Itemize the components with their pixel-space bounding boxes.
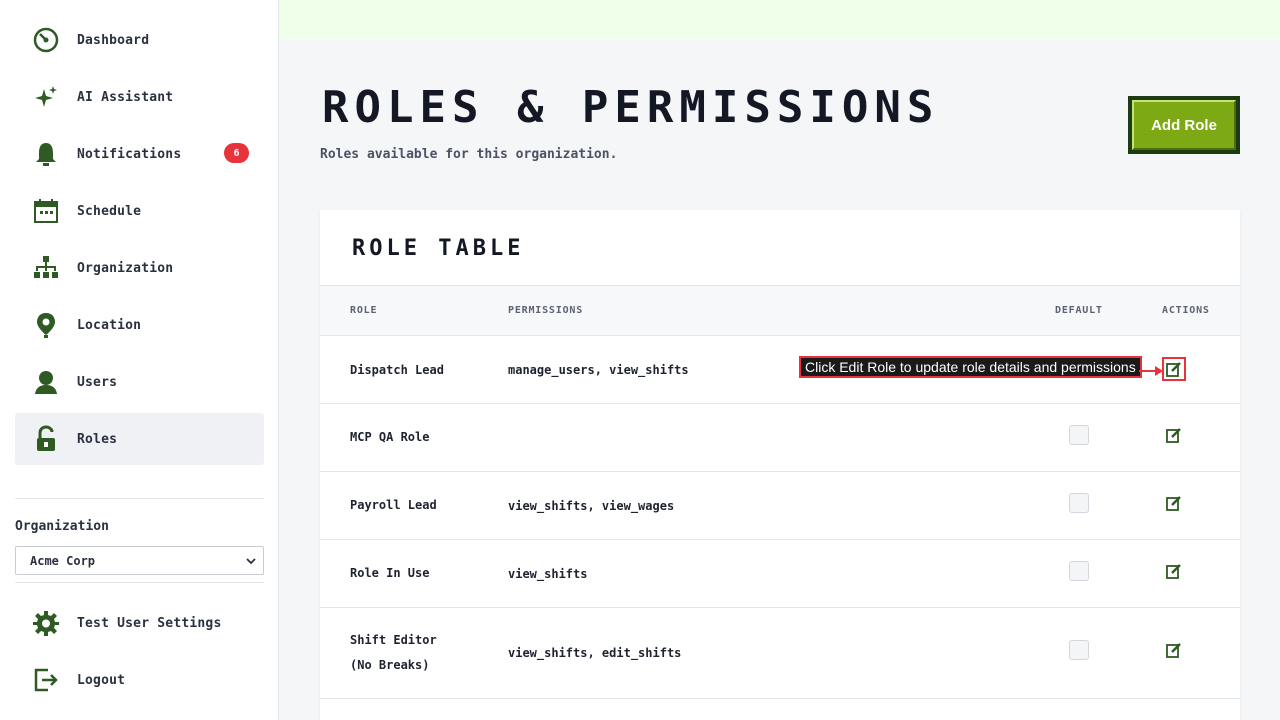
edit-role-button[interactable]: [1163, 424, 1185, 446]
logout-icon: [31, 665, 61, 695]
edit-role-hint-callout: Click Edit Role to update role details a…: [799, 356, 1142, 378]
sidebar: Dashboard AI Assistant Notifications 6 S…: [0, 0, 279, 720]
briefcase-icon: [31, 481, 61, 484]
edit-role-button[interactable]: [1163, 492, 1185, 514]
table-row: MCP QA Role: [320, 404, 1240, 472]
column-header-default: Default: [1055, 305, 1103, 316]
edit-role-button[interactable]: [1163, 639, 1185, 661]
org-chart-icon: [31, 253, 61, 283]
top-banner: [280, 0, 1280, 40]
sidebar-item-ai-assistant[interactable]: AI Assistant: [15, 71, 264, 123]
organization-select-value: Acme Corp: [30, 553, 96, 568]
bell-icon: [31, 139, 61, 169]
role-name: Shift Editor (No Breaks): [350, 633, 437, 672]
table-header: Role Permissions Default Actions: [320, 285, 1240, 336]
organization-select[interactable]: Acme Corp: [15, 546, 264, 575]
column-header-role: Role: [350, 305, 378, 316]
sidebar-item-label: Organization: [77, 260, 174, 276]
table-row: Payroll Lead view_shifts, view_wages: [320, 472, 1240, 540]
edit-icon: [1166, 428, 1181, 443]
sidebar-item-more[interactable]: [15, 470, 264, 484]
notification-count-badge: 6: [224, 143, 249, 163]
lock-icon: [31, 424, 61, 454]
sidebar-item-location[interactable]: Location: [15, 299, 264, 351]
sidebar-item-schedule[interactable]: Schedule: [15, 185, 264, 237]
column-header-actions: Actions: [1162, 305, 1210, 316]
page-subtitle: Roles available for this organization.: [320, 147, 618, 162]
add-role-button[interactable]: Add Role: [1128, 96, 1240, 154]
sidebar-item-label: Dashboard: [77, 32, 150, 48]
dashboard-icon: [31, 25, 61, 55]
sidebar-item-label: Notifications: [77, 146, 182, 162]
role-name: MCP QA Role: [350, 430, 430, 444]
edit-role-button[interactable]: [1162, 357, 1186, 381]
role-table: Role Permissions Default Actions Dispatc…: [320, 285, 1240, 699]
sidebar-item-label: Users: [77, 374, 118, 390]
sidebar-item-logout[interactable]: Logout: [15, 654, 264, 706]
role-name: Role In Use: [350, 566, 430, 580]
sidebar-item-label: Roles: [77, 431, 118, 447]
sparkle-icon: [31, 82, 61, 112]
edit-role-button[interactable]: [1163, 560, 1185, 582]
role-permissions: view_shifts: [508, 567, 588, 581]
sidebar-item-label: AI Assistant: [77, 89, 174, 105]
role-name: Payroll Lead: [350, 498, 437, 512]
organization-label: Organization: [15, 519, 109, 534]
column-header-permissions: Permissions: [508, 305, 584, 316]
sidebar-item-label: Test User Settings: [77, 615, 222, 631]
user-icon: [31, 367, 61, 397]
edit-icon: [1166, 564, 1181, 579]
role-table-card: Role Table Role Permissions Default Acti…: [320, 210, 1240, 720]
role-permissions: view_shifts, edit_shifts: [508, 646, 682, 660]
role-permissions: manage_users, view_shifts: [508, 363, 689, 377]
sidebar-divider: [15, 582, 264, 583]
default-checkbox[interactable]: [1069, 640, 1089, 660]
sidebar-item-notifications[interactable]: Notifications 6: [15, 128, 264, 180]
sidebar-item-organization[interactable]: Organization: [15, 242, 264, 294]
edit-icon: [1166, 362, 1181, 377]
table-row: Shift Editor (No Breaks) view_shifts, ed…: [320, 608, 1240, 699]
callout-arrow-head: [1155, 366, 1163, 376]
sidebar-bottom-nav: Test User Settings Logout: [15, 597, 264, 711]
location-pin-icon: [31, 310, 61, 340]
sidebar-item-label: Location: [77, 317, 142, 333]
chevron-down-icon: [246, 558, 256, 565]
sidebar-item-test-user-settings[interactable]: Test User Settings: [15, 597, 264, 649]
add-role-button-label: Add Role: [1132, 100, 1236, 150]
edit-icon: [1166, 496, 1181, 511]
sidebar-item-label: Schedule: [77, 203, 142, 219]
role-name: Dispatch Lead: [350, 363, 444, 377]
role-permissions: view_shifts, view_wages: [508, 499, 675, 513]
default-checkbox[interactable]: [1069, 493, 1089, 513]
sidebar-item-label: Logout: [77, 672, 126, 688]
sidebar-nav: Dashboard AI Assistant Notifications 6 S…: [15, 14, 264, 484]
page-title: Roles & Permissions: [322, 82, 940, 133]
calendar-icon: [31, 196, 61, 226]
sidebar-item-users[interactable]: Users: [15, 356, 264, 408]
default-checkbox[interactable]: [1069, 425, 1089, 445]
role-table-title: Role Table: [352, 236, 525, 261]
sidebar-item-roles[interactable]: Roles: [15, 413, 264, 465]
default-checkbox[interactable]: [1069, 561, 1089, 581]
sidebar-item-dashboard[interactable]: Dashboard: [15, 14, 264, 66]
sidebar-divider: [15, 498, 264, 499]
table-row: Role In Use view_shifts: [320, 540, 1240, 608]
edit-icon: [1166, 643, 1181, 658]
gear-icon: [31, 608, 61, 638]
